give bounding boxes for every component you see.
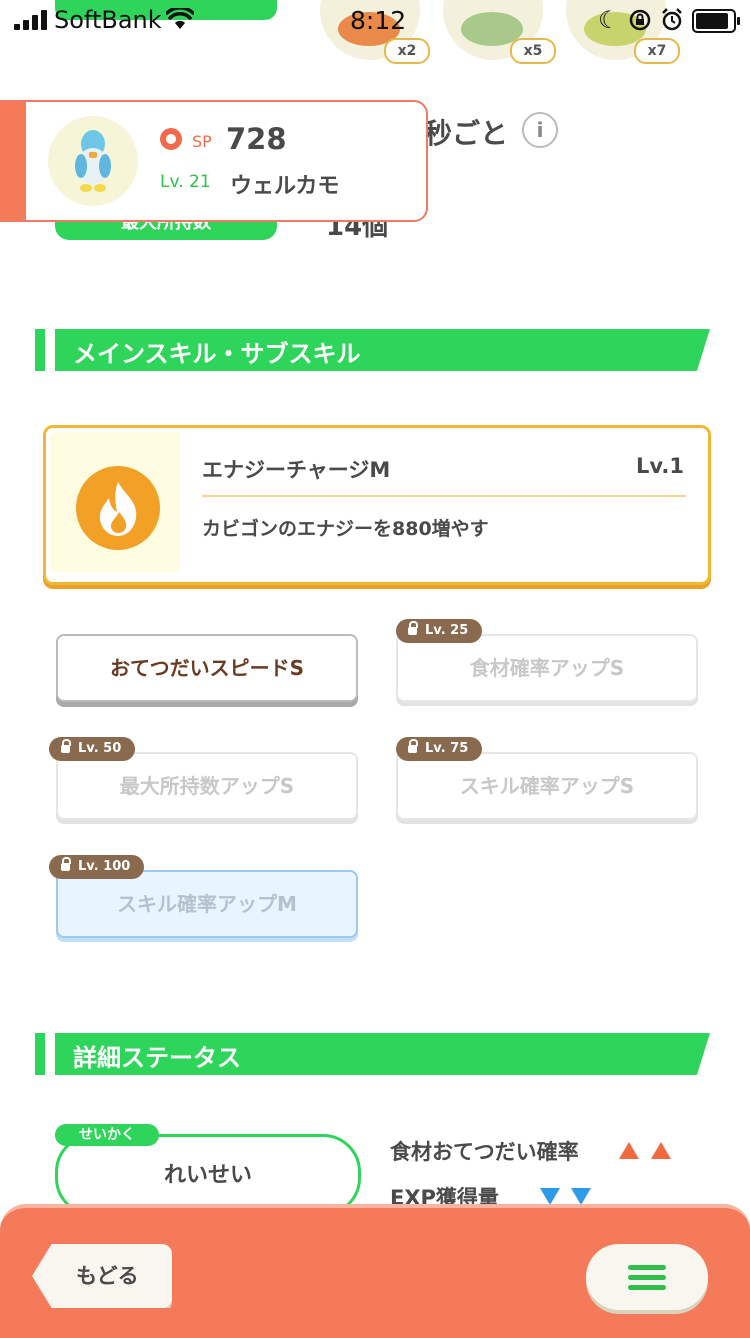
section-title: 詳細ステータス: [73, 1044, 241, 1072]
sub-skill-button[interactable]: スキル確率アップS: [396, 752, 698, 820]
menu-button[interactable]: [586, 1244, 708, 1310]
sub-skill-button[interactable]: 食材確率アップS: [396, 634, 698, 702]
main-skill-name: エナジーチャージM: [202, 458, 391, 482]
lock-level-badge: Lv. 100: [49, 855, 145, 879]
pokemon-avatar: [48, 116, 138, 206]
lock-icon: [61, 857, 71, 871]
lock-level-badge: Lv. 50: [49, 737, 136, 761]
moon-icon: ☾: [598, 6, 620, 34]
lock-level-badge: Lv. 25: [396, 619, 483, 643]
sub-skill-button[interactable]: おてつだいスピードS: [56, 634, 358, 702]
pokemon-header-card: SP 728 Lv. 21 ウェルカモ: [0, 100, 428, 222]
main-skill-description: カビゴンのエナジーを880増やす: [202, 518, 489, 540]
status-bar: SoftBank 8:12 ☾: [0, 0, 750, 44]
skills-section-header: メインスキル・サブスキル: [55, 329, 710, 371]
divider: [202, 495, 686, 497]
lock-level-badge: Lv. 75: [396, 737, 483, 761]
down-arrow-icon: [570, 1188, 591, 1205]
sub-skill-button[interactable]: スキル確率アップM: [56, 870, 358, 938]
sp-value: 728: [226, 122, 287, 156]
nature-value: れいせい: [163, 1163, 252, 1188]
lock-icon: [61, 739, 71, 753]
lock-icon: [408, 621, 418, 635]
section-title: メインスキル・サブスキル: [73, 340, 361, 368]
fire-icon: [76, 466, 160, 550]
pokeball-icon: [160, 128, 182, 150]
rotation-lock-icon: [629, 9, 651, 31]
battery-icon: [692, 9, 740, 33]
pokemon-sprite-icon: [75, 130, 111, 192]
sp-label: SP: [192, 132, 212, 151]
back-button[interactable]: もどる: [32, 1244, 172, 1308]
nature-up-effect: 食材おてつだい確率: [390, 1136, 671, 1166]
main-skill-level: Lv.1: [636, 454, 684, 478]
per-seconds-label: 秒ごと: [424, 117, 509, 150]
signal-icon: [14, 10, 48, 30]
wifi-icon: [166, 8, 194, 29]
info-button[interactable]: i: [522, 112, 558, 148]
up-arrow-icon: [619, 1142, 640, 1159]
down-arrow-icon: [539, 1188, 560, 1205]
main-skill-card[interactable]: エナジーチャージM Lv.1 カビゴンのエナジーを880増やす: [43, 425, 711, 585]
back-label: もどる: [76, 1264, 139, 1288]
status-section-header: 詳細ステータス: [55, 1033, 710, 1075]
lock-icon: [408, 739, 418, 753]
carrier-label: SoftBank: [54, 6, 162, 34]
sub-skill-button[interactable]: 最大所持数アップS: [56, 752, 358, 820]
pokemon-level: Lv. 21: [160, 172, 211, 192]
bottom-bar: もどる: [0, 1204, 750, 1338]
alarm-icon: [662, 8, 682, 31]
pokemon-name: ウェルカモ: [230, 174, 340, 199]
up-arrow-icon: [650, 1142, 671, 1159]
clock: 8:12: [350, 6, 407, 35]
nature-tag: せいかく: [55, 1124, 159, 1146]
